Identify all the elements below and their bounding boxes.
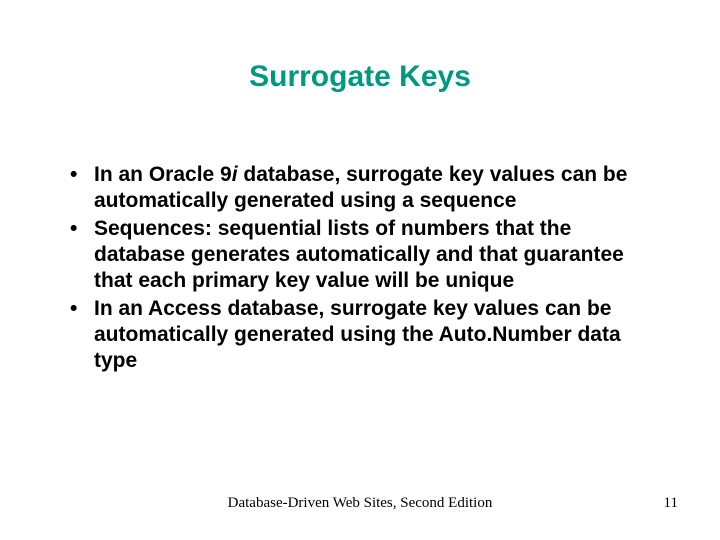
list-item: In an Oracle 9i database, surrogate key … — [62, 162, 660, 214]
bullet-text-pre: In an Oracle 9 — [94, 163, 232, 186]
bullet-text-pre: Sequences: sequential lists of numbers t… — [94, 217, 624, 292]
list-item: Sequences: sequential lists of numbers t… — [62, 216, 660, 294]
slide-title: Surrogate Keys — [0, 60, 720, 94]
slide: Surrogate Keys In an Oracle 9i database,… — [0, 0, 720, 540]
bullet-text-pre: In an Access database, surrogate key val… — [94, 297, 621, 372]
footer-text: Database-Driven Web Sites, Second Editio… — [0, 495, 720, 512]
bullet-list: In an Oracle 9i database, surrogate key … — [62, 162, 660, 374]
slide-content: In an Oracle 9i database, surrogate key … — [62, 162, 660, 376]
page-number: 11 — [664, 495, 678, 512]
list-item: In an Access database, surrogate key val… — [62, 296, 660, 374]
